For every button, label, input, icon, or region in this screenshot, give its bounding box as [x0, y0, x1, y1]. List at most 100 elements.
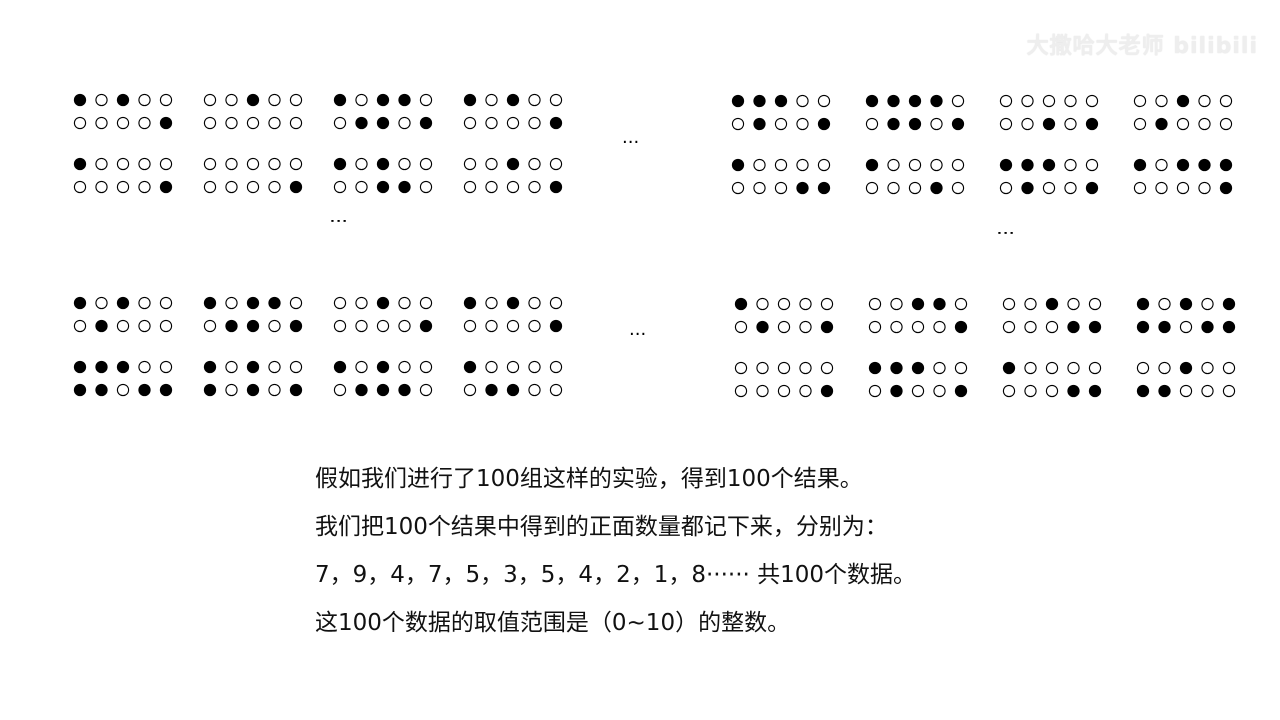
- coin-heads-dot: [1136, 297, 1150, 311]
- coin-tails-dot: [528, 116, 541, 130]
- coin-heads-dot: [753, 117, 766, 131]
- coin-tails-dot: [756, 297, 769, 311]
- caption-line-1: 假如我们进行了100组这样的实验，得到100个结果。: [315, 466, 863, 492]
- ellipsis-top: ···: [622, 132, 640, 153]
- coin-tails-dot: [485, 296, 498, 310]
- coin-tails-dot: [734, 320, 748, 334]
- coin-tails-dot: [930, 158, 943, 172]
- coin-heads-dot: [1067, 320, 1080, 334]
- coin-tails-dot: [817, 94, 831, 108]
- coin-tails-dot: [116, 157, 130, 171]
- coin-tails-dot: [908, 181, 922, 195]
- coin-tails-dot: [1136, 361, 1150, 375]
- coin-tails-dot: [73, 116, 87, 130]
- coin-heads-dot: [268, 296, 281, 310]
- coin-tails-dot: [799, 297, 812, 311]
- coin-tails-dot: [159, 360, 173, 374]
- coin-tails-dot: [777, 297, 791, 311]
- coin-tails-dot: [225, 116, 238, 130]
- coin-tails-dot: [1133, 94, 1147, 108]
- coin-tails-dot: [1064, 94, 1077, 108]
- coin-tails-dot: [911, 320, 925, 334]
- coin-tails-dot: [1085, 158, 1099, 172]
- coin-tails-dot: [1198, 117, 1211, 131]
- coin-tails-dot: [203, 180, 217, 194]
- coin-tails-dot: [268, 383, 281, 397]
- coin-heads-dot: [817, 181, 831, 195]
- coin-tails-dot: [419, 360, 433, 374]
- caption-line-4: 这100个数据的取值范围是（0~10）的整数。: [315, 610, 791, 636]
- coin-heads-dot: [116, 93, 130, 107]
- coin-heads-dot: [116, 296, 130, 310]
- coin-heads-dot: [1219, 181, 1233, 195]
- coin-tails-dot: [1024, 361, 1037, 375]
- coin-tails-dot: [799, 320, 812, 334]
- coin-tails-dot: [1024, 320, 1037, 334]
- coin-tails-dot: [333, 116, 347, 130]
- coin-tails-dot: [268, 157, 281, 171]
- coin-heads-dot: [73, 383, 87, 397]
- coin-heads-dot: [506, 157, 520, 171]
- coin-heads-dot: [930, 181, 943, 195]
- coin-tails-dot: [753, 158, 766, 172]
- coin-heads-dot: [463, 360, 477, 374]
- coin-heads-dot: [820, 320, 834, 334]
- coin-tails-dot: [355, 360, 368, 374]
- coin-tails-dot: [734, 361, 748, 375]
- coin-tails-dot: [398, 116, 411, 130]
- coin-heads-dot: [1045, 297, 1059, 311]
- coin-tails-dot: [796, 94, 809, 108]
- coin-tails-dot: [419, 93, 433, 107]
- coin-heads-dot: [95, 360, 108, 374]
- coin-tails-dot: [528, 296, 541, 310]
- coin-tails-dot: [549, 360, 563, 374]
- coin-heads-dot: [398, 180, 411, 194]
- coin-tails-dot: [774, 158, 788, 172]
- coin-heads-dot: [333, 157, 347, 171]
- coin-heads-dot: [485, 383, 498, 397]
- coin-tails-dot: [225, 180, 238, 194]
- coin-heads-dot: [138, 383, 151, 397]
- coin-tails-dot: [138, 180, 151, 194]
- coin-heads-dot: [1155, 117, 1168, 131]
- coin-tails-dot: [933, 384, 946, 398]
- coin-heads-dot: [419, 319, 433, 333]
- coin-heads-dot: [289, 319, 303, 333]
- coin-tails-dot: [289, 360, 303, 374]
- coin-heads-dot: [225, 319, 238, 333]
- coin-tails-dot: [756, 384, 769, 398]
- coin-tails-dot: [933, 361, 946, 375]
- coin-tails-dot: [1155, 94, 1168, 108]
- coin-heads-dot: [549, 319, 563, 333]
- coin-heads-dot: [398, 93, 411, 107]
- coin-tails-dot: [268, 116, 281, 130]
- coin-tails-dot: [1021, 117, 1034, 131]
- coin-heads-dot: [1021, 181, 1034, 195]
- coin-tails-dot: [289, 93, 303, 107]
- coin-heads-dot: [203, 383, 217, 397]
- coin-heads-dot: [930, 94, 943, 108]
- coin-tails-dot: [951, 94, 965, 108]
- coin-tails-dot: [463, 116, 477, 130]
- coin-heads-dot: [333, 360, 347, 374]
- coin-tails-dot: [95, 296, 108, 310]
- coin-heads-dot: [95, 383, 108, 397]
- coin-heads-dot: [246, 296, 260, 310]
- coin-tails-dot: [333, 383, 347, 397]
- coin-tails-dot: [116, 180, 130, 194]
- coin-tails-dot: [95, 116, 108, 130]
- coin-tails-dot: [419, 157, 433, 171]
- coin-tails-dot: [731, 181, 745, 195]
- coin-heads-dot: [376, 116, 390, 130]
- coin-tails-dot: [549, 157, 563, 171]
- coin-heads-dot: [549, 116, 563, 130]
- coin-tails-dot: [887, 181, 900, 195]
- coin-tails-dot: [528, 180, 541, 194]
- coin-heads-dot: [506, 93, 520, 107]
- coin-heads-dot: [817, 117, 831, 131]
- coin-tails-dot: [1064, 181, 1077, 195]
- coin-tails-dot: [933, 320, 946, 334]
- coin-tails-dot: [355, 180, 368, 194]
- coin-heads-dot: [73, 360, 87, 374]
- coin-tails-dot: [1158, 297, 1171, 311]
